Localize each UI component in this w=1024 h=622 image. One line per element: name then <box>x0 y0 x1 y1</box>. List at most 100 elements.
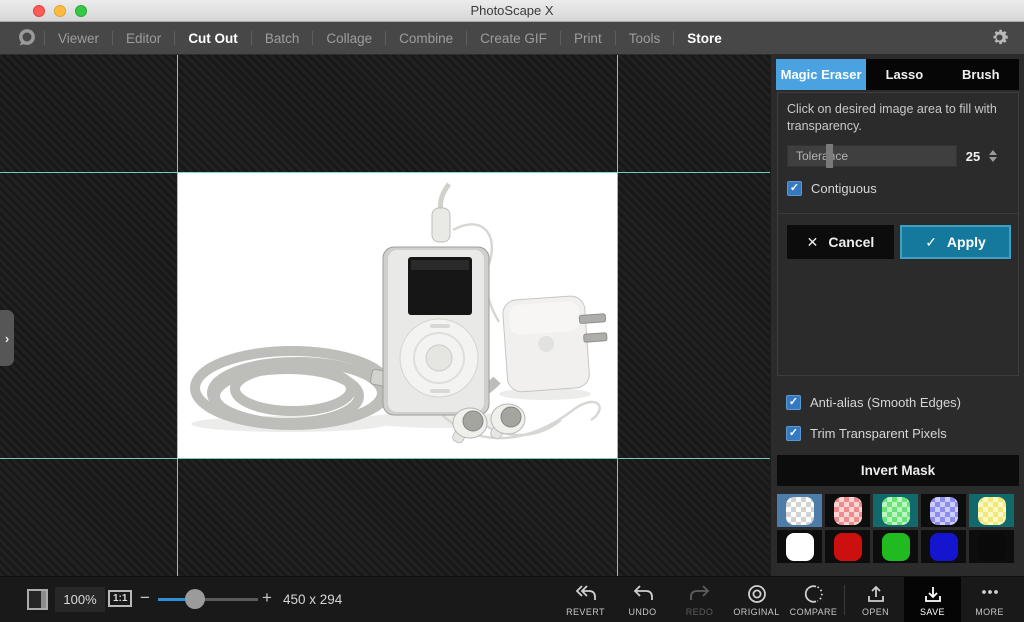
invert-mask-button[interactable]: Invert Mask <box>777 455 1019 486</box>
revert-label: REVERT <box>566 607 605 617</box>
compare-button[interactable]: COMPARE <box>785 577 842 622</box>
zoom-slider-thumb[interactable] <box>185 589 205 609</box>
photoscape-logo-icon[interactable] <box>10 27 44 49</box>
guide-line-right[interactable] <box>617 55 618 576</box>
contiguous-checkbox-row[interactable]: ✓ Contiguous <box>787 181 877 196</box>
swatch-color <box>834 497 862 525</box>
guide-line-bottom[interactable] <box>0 458 770 459</box>
menu-item-tools[interactable]: Tools <box>616 31 674 46</box>
action-buttons: ✕ Cancel ✓ Apply <box>787 225 1011 259</box>
menu-item-print[interactable]: Print <box>561 31 615 46</box>
color-swatch-green-checker[interactable] <box>873 494 918 527</box>
color-swatch-blue[interactable] <box>921 530 966 563</box>
save-button[interactable]: SAVE <box>904 577 961 622</box>
panel-divider <box>778 213 1018 214</box>
undo-label: UNDO <box>628 607 656 617</box>
background-color-swatches <box>777 494 1019 563</box>
tolerance-slider[interactable]: Tolerance <box>787 145 957 167</box>
swatch-color <box>786 497 814 525</box>
trim-label: Trim Transparent Pixels <box>810 426 947 441</box>
menu-item-collage[interactable]: Collage <box>313 31 385 46</box>
zoom-window-button[interactable] <box>75 5 87 17</box>
guide-line-left[interactable] <box>177 55 178 576</box>
open-button[interactable]: OPEN <box>847 577 904 622</box>
more-button[interactable]: MORE <box>961 577 1018 622</box>
color-swatch-green[interactable] <box>873 530 918 563</box>
tab-magic-eraser[interactable]: Magic Eraser <box>776 59 866 90</box>
stepper-down-icon[interactable] <box>989 157 997 162</box>
menu-item-store[interactable]: Store <box>674 31 735 46</box>
tolerance-value: 25 <box>957 149 989 164</box>
contiguous-checkbox[interactable]: ✓ <box>787 181 802 196</box>
swatch-color <box>834 533 862 561</box>
canvas-image[interactable] <box>177 172 617 458</box>
swatch-color <box>882 533 910 561</box>
undo-button[interactable]: UNDO <box>614 577 671 622</box>
original-label: ORIGINAL <box>733 607 779 617</box>
antialias-checkbox-row[interactable]: ✓ Anti-alias (Smooth Edges) <box>786 395 961 410</box>
menu-item-batch[interactable]: Batch <box>252 31 313 46</box>
window-title: PhotoScape X <box>470 3 553 18</box>
stepper-up-icon[interactable] <box>989 150 997 155</box>
tab-lasso[interactable]: Lasso <box>866 59 942 90</box>
image-dimensions: 450 x 294 <box>283 592 342 607</box>
settings-gear-icon[interactable] <box>989 27 1010 53</box>
main-menubar: Viewer Editor Cut Out Batch Collage Comb… <box>0 22 1024 55</box>
swatch-color <box>978 497 1006 525</box>
revert-icon <box>574 584 598 604</box>
open-icon <box>865 584 887 604</box>
color-swatch-transparent-checker[interactable] <box>777 494 822 527</box>
antialias-checkbox[interactable]: ✓ <box>786 395 801 410</box>
original-icon <box>746 584 768 604</box>
invert-mask-label: Invert Mask <box>861 463 935 478</box>
main-area: › Magic Eraser Lasso Brush Click on desi… <box>0 55 1024 576</box>
zoom-out-button[interactable]: − <box>140 588 150 608</box>
trim-checkbox-row[interactable]: ✓ Trim Transparent Pixels <box>786 426 947 441</box>
color-swatch-red[interactable] <box>825 530 870 563</box>
minimize-window-button[interactable] <box>54 5 66 17</box>
tolerance-stepper[interactable] <box>989 150 997 162</box>
sidebar-expand-toggle[interactable]: › <box>0 310 14 366</box>
menu-item-cut-out[interactable]: Cut Out <box>175 31 251 46</box>
color-swatch-red-checker[interactable] <box>825 494 870 527</box>
magic-eraser-options: Click on desired image area to fill with… <box>777 92 1019 376</box>
tolerance-row: Tolerance 25 <box>787 145 1011 167</box>
zoom-level-indicator[interactable]: 100% <box>55 587 105 612</box>
editing-canvas[interactable]: › <box>0 55 770 576</box>
actual-size-button[interactable]: 1:1 <box>108 590 132 607</box>
zoom-slider[interactable] <box>158 598 258 601</box>
color-swatch-yellow-checker[interactable] <box>969 494 1014 527</box>
traffic-lights <box>33 5 87 17</box>
color-swatch-purple-checker[interactable] <box>921 494 966 527</box>
swatch-color <box>978 533 1006 561</box>
zoom-in-button[interactable]: + <box>262 588 272 608</box>
tolerance-label: Tolerance <box>796 149 848 163</box>
save-icon <box>922 584 944 604</box>
canvas-background-toggle-icon[interactable] <box>27 589 48 610</box>
chevron-right-icon: › <box>5 331 9 346</box>
tolerance-slider-thumb[interactable] <box>826 144 833 168</box>
menu-item-combine[interactable]: Combine <box>386 31 466 46</box>
color-swatch-black[interactable] <box>969 530 1014 563</box>
swatch-color <box>882 497 910 525</box>
photoscape-window: PhotoScape X Viewer Editor Cut Out Batch… <box>0 0 1024 622</box>
revert-button[interactable]: REVERT <box>557 577 614 622</box>
redo-button[interactable]: REDO <box>671 577 728 622</box>
close-window-button[interactable] <box>33 5 45 17</box>
cancel-button-label: Cancel <box>828 234 874 250</box>
swatch-color <box>930 533 958 561</box>
menu-item-viewer[interactable]: Viewer <box>45 31 112 46</box>
apply-button[interactable]: ✓ Apply <box>900 225 1011 259</box>
more-label: MORE <box>975 607 1004 617</box>
guide-line-top[interactable] <box>0 172 770 173</box>
menu-item-editor[interactable]: Editor <box>113 31 174 46</box>
apply-button-label: Apply <box>947 234 986 250</box>
trim-checkbox[interactable]: ✓ <box>786 426 801 441</box>
checkmark-icon: ✓ <box>925 234 937 251</box>
color-swatch-white[interactable] <box>777 530 822 563</box>
redo-icon <box>688 584 712 604</box>
original-button[interactable]: ORIGINAL <box>728 577 785 622</box>
menu-item-create-gif[interactable]: Create GIF <box>467 31 560 46</box>
cancel-button[interactable]: ✕ Cancel <box>787 225 894 259</box>
tab-brush[interactable]: Brush <box>943 59 1019 90</box>
